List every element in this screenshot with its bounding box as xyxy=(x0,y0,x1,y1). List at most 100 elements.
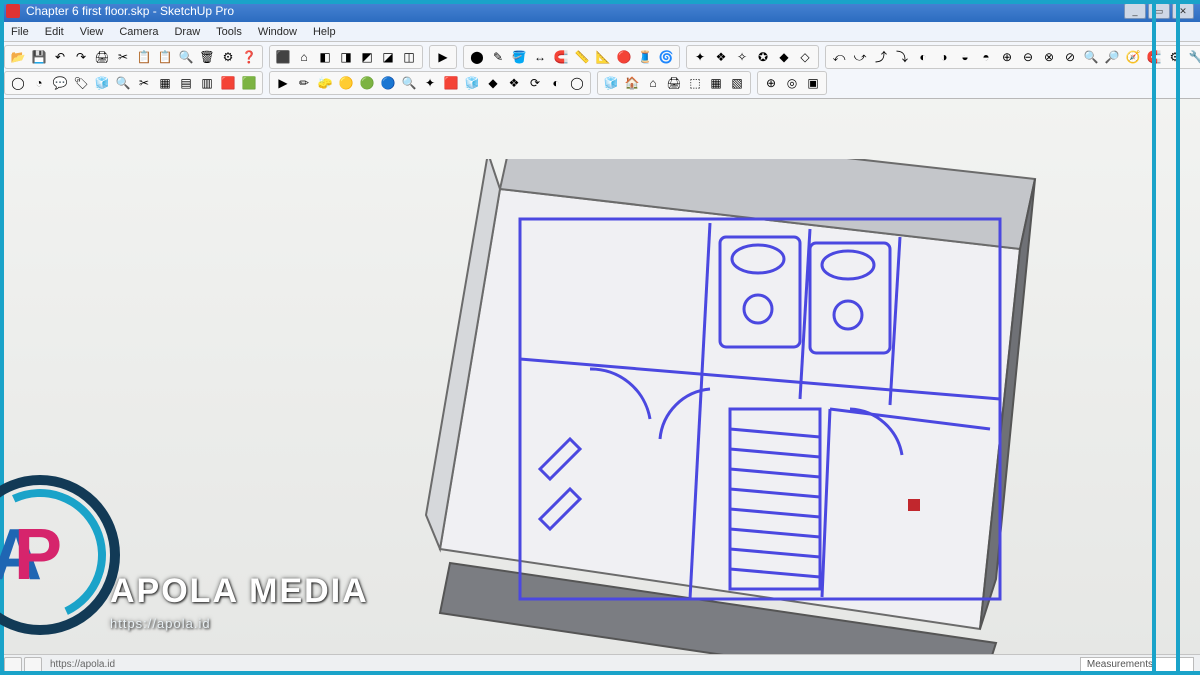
close-button[interactable]: ✕ xyxy=(1172,3,1194,19)
status-btn-1[interactable] xyxy=(4,657,22,673)
toolbar-button[interactable]: ✂ xyxy=(113,47,133,67)
toolbar-button[interactable]: 📋 xyxy=(134,47,154,67)
toolbar-button[interactable]: ⤵ xyxy=(892,47,912,67)
toolbar-button[interactable]: ⊕ xyxy=(761,73,781,93)
toolbar-button[interactable]: ⤻ xyxy=(850,47,870,67)
menu-window[interactable]: Window xyxy=(251,24,304,40)
toolbar-button[interactable]: 💾 xyxy=(29,47,49,67)
toolbar-button[interactable]: ⤴ xyxy=(871,47,891,67)
toolbar-button[interactable]: ❓ xyxy=(239,47,259,67)
viewport-3d[interactable] xyxy=(0,99,1200,654)
menu-tools[interactable]: Tools xyxy=(209,24,249,40)
toolbar-button[interactable]: 💬 xyxy=(50,73,70,93)
toolbar-button[interactable]: 📂 xyxy=(8,47,28,67)
toolbar-button[interactable]: 🧊 xyxy=(92,73,112,93)
toolbar-button[interactable]: ⊕ xyxy=(997,47,1017,67)
toolbar-button[interactable]: 🔵 xyxy=(378,73,398,93)
toolbar-button[interactable]: ▧ xyxy=(727,73,747,93)
building-model[interactable] xyxy=(380,159,1080,654)
toolbar-button[interactable]: ◯ xyxy=(8,73,28,93)
toolbar-button[interactable]: ⊖ xyxy=(1018,47,1038,67)
toolbar-button[interactable]: ❖ xyxy=(504,73,524,93)
toolbar-button[interactable]: ↶ xyxy=(50,47,70,67)
toolbar-button[interactable]: ❖ xyxy=(711,47,731,67)
toolbar-button[interactable]: 🟩 xyxy=(239,73,259,93)
toolbar-button[interactable]: ✏ xyxy=(294,73,314,93)
maximize-button[interactable]: ▭ xyxy=(1148,3,1170,19)
toolbar-button[interactable]: ◔ xyxy=(29,73,49,93)
toolbar-button[interactable]: ✧ xyxy=(732,47,752,67)
toolbar-button[interactable]: ▥ xyxy=(197,73,217,93)
toolbar-button[interactable]: ◎ xyxy=(782,73,802,93)
titlebar[interactable]: Chapter 6 first floor.skp - SketchUp Pro… xyxy=(0,0,1200,22)
toolbar-button[interactable]: 🟥 xyxy=(218,73,238,93)
toolbar-button[interactable]: ◆ xyxy=(774,47,794,67)
toolbar-button[interactable]: ◐ xyxy=(546,73,566,93)
toolbar-button[interactable]: ▣ xyxy=(803,73,823,93)
toolbar-button[interactable]: 🧊 xyxy=(601,73,621,93)
toolbar-button[interactable]: ✦ xyxy=(690,47,710,67)
toolbar-button[interactable]: ◑ xyxy=(934,47,954,67)
toolbar-button[interactable]: 🧽 xyxy=(315,73,335,93)
toolbar-button[interactable]: ▶ xyxy=(433,47,453,67)
toolbar-button[interactable]: 🌀 xyxy=(656,47,676,67)
toolbar-button[interactable]: ↷ xyxy=(71,47,91,67)
toolbar-button[interactable]: ▦ xyxy=(155,73,175,93)
toolbar-button[interactable]: ◯ xyxy=(567,73,587,93)
toolbar-button[interactable]: ⌂ xyxy=(643,73,663,93)
toolbar-button[interactable]: ◩ xyxy=(357,47,377,67)
toolbar-button[interactable]: 🪣 xyxy=(509,47,529,67)
toolbar-button[interactable]: ◒ xyxy=(955,47,975,67)
toolbar-button[interactable]: 📏 xyxy=(572,47,592,67)
toolbar-button[interactable]: 🧲 xyxy=(1144,47,1164,67)
minimize-button[interactable]: _ xyxy=(1124,3,1146,19)
toolbar-button[interactable]: ◪ xyxy=(378,47,398,67)
toolbar-button[interactable]: ✪ xyxy=(753,47,773,67)
toolbar-button[interactable]: 🧲 xyxy=(551,47,571,67)
toolbar-button[interactable]: ⚙ xyxy=(218,47,238,67)
toolbar-button[interactable]: 🖨 xyxy=(664,73,684,93)
status-btn-2[interactable] xyxy=(24,657,42,673)
toolbar-button[interactable]: ▤ xyxy=(176,73,196,93)
toolbar-button[interactable]: 📐 xyxy=(593,47,613,67)
toolbar-button[interactable]: ✎ xyxy=(488,47,508,67)
toolbar-button[interactable]: ◓ xyxy=(976,47,996,67)
toolbar-button[interactable]: ✦ xyxy=(420,73,440,93)
toolbar-button[interactable]: ▦ xyxy=(706,73,726,93)
toolbar-button[interactable]: ⬤ xyxy=(467,47,487,67)
toolbar-button[interactable]: ◫ xyxy=(399,47,419,67)
toolbar-button[interactable]: 🔧 xyxy=(1186,47,1200,67)
toolbar-button[interactable]: 🟢 xyxy=(357,73,377,93)
toolbar-button[interactable]: 🟥 xyxy=(441,73,461,93)
toolbar-button[interactable]: 🔍 xyxy=(1081,47,1101,67)
toolbar-button[interactable]: ◨ xyxy=(336,47,356,67)
toolbar-button[interactable]: ◧ xyxy=(315,47,335,67)
toolbar-button[interactable]: 🔴 xyxy=(614,47,634,67)
toolbar-button[interactable]: 🔍 xyxy=(113,73,133,93)
measurements-box[interactable]: Measurements xyxy=(1080,657,1194,672)
toolbar-button[interactable]: ↔ xyxy=(530,47,550,67)
menu-draw[interactable]: Draw xyxy=(167,24,207,40)
toolbar-button[interactable]: 🔍 xyxy=(399,73,419,93)
toolbar-button[interactable]: 🏷 xyxy=(71,73,91,93)
toolbar-button[interactable]: 🖨 xyxy=(92,47,112,67)
menu-view[interactable]: View xyxy=(73,24,111,40)
toolbar-button[interactable]: 🧭 xyxy=(1123,47,1143,67)
toolbar-button[interactable]: 🗑 xyxy=(197,47,217,67)
toolbar-button[interactable]: ⤺ xyxy=(829,47,849,67)
menu-edit[interactable]: Edit xyxy=(38,24,71,40)
toolbar-button[interactable]: ⌂ xyxy=(294,47,314,67)
toolbar-button[interactable]: 📋 xyxy=(155,47,175,67)
toolbar-button[interactable]: ◇ xyxy=(795,47,815,67)
toolbar-button[interactable]: ⚙ xyxy=(1165,47,1185,67)
menu-file[interactable]: File xyxy=(4,24,36,40)
menu-help[interactable]: Help xyxy=(306,24,343,40)
toolbar-button[interactable]: 🧵 xyxy=(635,47,655,67)
toolbar-button[interactable]: ◐ xyxy=(913,47,933,67)
toolbar-button[interactable]: ⟳ xyxy=(525,73,545,93)
menu-camera[interactable]: Camera xyxy=(112,24,165,40)
toolbar-button[interactable]: 🟡 xyxy=(336,73,356,93)
toolbar-button[interactable]: 🏠 xyxy=(622,73,642,93)
toolbar-button[interactable]: ◆ xyxy=(483,73,503,93)
toolbar-button[interactable]: ⊗ xyxy=(1039,47,1059,67)
